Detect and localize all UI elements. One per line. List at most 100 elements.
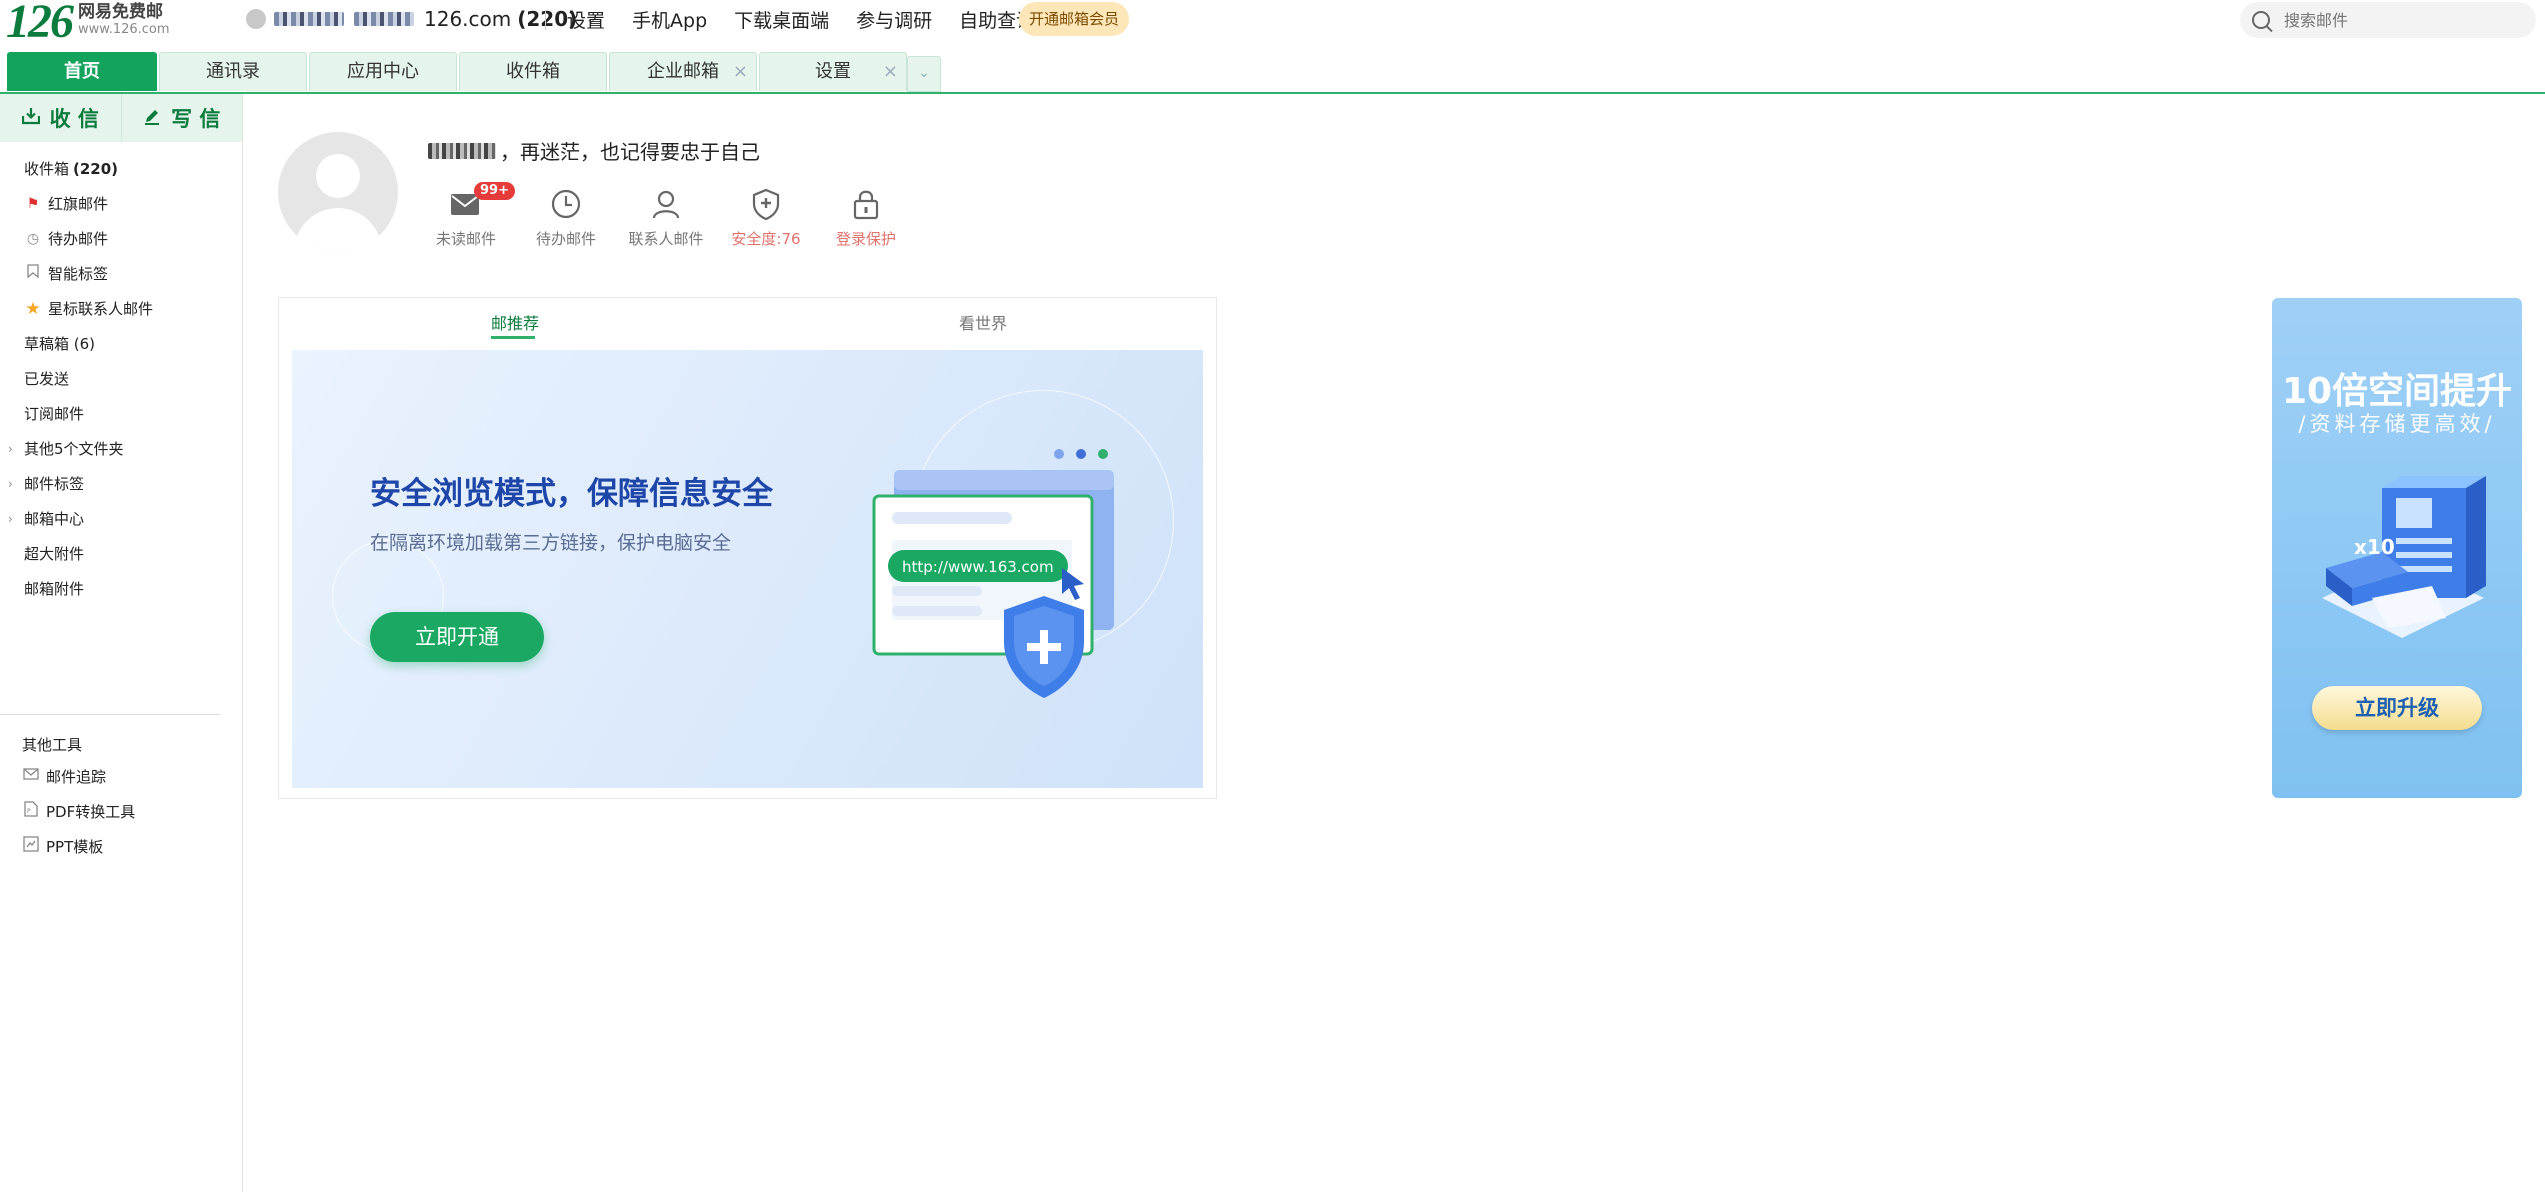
- storage-illustration: x10: [2322, 476, 2486, 638]
- logo-brand-name: 网易免费邮: [78, 2, 163, 22]
- sidebar-item-star-contacts[interactable]: ★ 星标联系人邮件: [24, 298, 153, 320]
- sidebar-item-sent[interactable]: 已发送: [24, 368, 69, 390]
- tool-label: PPT模板: [46, 838, 104, 856]
- compose-bar: 收 信 写 信: [0, 94, 242, 142]
- tab-bar: 首页 通讯录 应用中心 收件箱 企业邮箱 × 设置 × ⌄: [0, 52, 2545, 94]
- stat-security[interactable]: 安全度:76: [716, 182, 816, 249]
- recommend-panel: 邮推荐 看世界 安全浏览模式，保障信息安全 在隔离环境加载第三方链接，保护电脑安…: [278, 297, 1217, 799]
- inbox-download-icon: [21, 107, 40, 130]
- user-name-redacted: [428, 142, 496, 159]
- stat-login-protection[interactable]: 登录保护: [816, 182, 916, 249]
- logo[interactable]: 126 网易免费邮 www.126.com: [6, 0, 170, 46]
- tab-app-center[interactable]: 应用中心: [309, 52, 457, 91]
- tool-label: 邮件追踪: [46, 768, 107, 786]
- stat-unread[interactable]: 99+ 未读邮件: [416, 182, 516, 249]
- tab-label: 企业邮箱: [647, 61, 719, 82]
- sidebar-item-label: 邮箱中心: [24, 510, 85, 528]
- stat-todo[interactable]: 待办邮件: [516, 182, 616, 249]
- top-nav-survey[interactable]: 参与调研: [856, 6, 932, 33]
- mail-tracking-icon: [22, 766, 40, 788]
- greeting-comma: ，: [500, 140, 520, 164]
- banner-title: 安全浏览模式，保障信息安全: [370, 476, 773, 512]
- pencil-icon: [143, 107, 161, 130]
- sidebar-item-label: 草稿箱 (6): [24, 335, 96, 353]
- sidebar-item-label: 红旗邮件: [48, 195, 109, 213]
- pdf-icon: P: [22, 800, 40, 824]
- search-input[interactable]: [2282, 9, 2516, 31]
- tab-label: 首页: [64, 61, 100, 82]
- tab-settings[interactable]: 设置 ×: [759, 52, 907, 91]
- sidebar-item-mailbox-attachments[interactable]: 邮箱附件: [24, 578, 84, 600]
- stat-label: 联系人邮件: [628, 230, 704, 248]
- tool-pdf-converter[interactable]: P PDF转换工具: [22, 800, 135, 824]
- bookmark-icon: [24, 263, 42, 285]
- top-nav: 设置 手机App 下载桌面端 参与调研 自助查询: [567, 6, 1062, 32]
- clock-icon: ◷: [26, 231, 40, 247]
- divider: [0, 714, 220, 715]
- top-nav-mobile-app[interactable]: 手机App: [632, 6, 707, 33]
- sidebar-item-label: 智能标签: [48, 265, 109, 283]
- tool-mail-tracking[interactable]: 邮件追踪: [22, 766, 106, 788]
- sidebar-item-smart-tags[interactable]: 智能标签: [24, 263, 108, 285]
- sidebar-item-label: 星标联系人邮件: [48, 300, 154, 318]
- avatar[interactable]: [278, 132, 398, 252]
- clock-icon: [516, 182, 616, 226]
- logo-url: www.126.com: [78, 22, 170, 37]
- secure-browser-illustration: http://www.163.com: [872, 449, 1114, 698]
- write-mail-button[interactable]: 写 信: [122, 94, 243, 142]
- account-name-redacted-2: [354, 12, 414, 26]
- upgrade-button[interactable]: 立即升级: [2312, 686, 2482, 730]
- chevron-right-icon[interactable]: ›: [8, 512, 13, 526]
- stat-contacts[interactable]: 联系人邮件: [616, 182, 716, 249]
- sidebar-item-todo[interactable]: ◷ 待办邮件: [24, 228, 108, 250]
- close-icon[interactable]: ×: [883, 53, 898, 91]
- sidebar: 收 信 写 信 收件箱 (220) ⚑ 红旗邮件 ◷ 待办邮件 智能标签 ★ 星标…: [0, 94, 243, 1192]
- chevron-right-icon[interactable]: ›: [8, 442, 13, 456]
- tab-enterprise-mail[interactable]: 企业邮箱 ×: [609, 52, 757, 91]
- account-name-redacted: [274, 12, 344, 26]
- sidebar-item-label: 邮件标签: [24, 475, 85, 493]
- tab-inbox[interactable]: 收件箱: [459, 52, 607, 91]
- tool-ppt-templates[interactable]: PPT模板: [22, 835, 104, 858]
- search-icon: [2252, 11, 2270, 29]
- tab-label: 通讯录: [206, 61, 260, 82]
- sidebar-item-mail-tags[interactable]: 邮件标签: [24, 473, 84, 495]
- greeting-text: 再迷茫，也记得要忠于自己: [520, 140, 760, 164]
- tab-label: 设置: [815, 61, 851, 82]
- mail-stats: 99+ 未读邮件 待办邮件 联系人邮件 安全度:76 登录保护: [416, 182, 916, 249]
- url-pill-text: http://www.163.com: [902, 558, 1054, 576]
- receive-mail-button[interactable]: 收 信: [0, 94, 122, 142]
- sidebar-item-subscriptions[interactable]: 订阅邮件: [24, 403, 84, 425]
- promo-banner[interactable]: 安全浏览模式，保障信息安全 在隔离环境加载第三方链接，保护电脑安全 立即开通 h…: [292, 350, 1203, 788]
- chevron-right-icon[interactable]: ›: [8, 477, 13, 491]
- svg-text:P: P: [27, 808, 31, 815]
- sidebar-item-mailbox-center[interactable]: 邮箱中心: [24, 508, 84, 530]
- tab-more-button[interactable]: ⌄: [907, 56, 941, 92]
- sidebar-item-label: 收件箱: [24, 160, 70, 178]
- sidebar-item-label: 订阅邮件: [24, 405, 85, 423]
- banner-activate-button[interactable]: 立即开通: [370, 612, 544, 662]
- top-nav-download-desktop[interactable]: 下载桌面端: [734, 6, 829, 33]
- upgrade-ad[interactable]: 10倍空间提升 /资料存储更高效/ x10 立即升级: [2272, 298, 2522, 798]
- sidebar-item-inbox[interactable]: 收件箱 (220): [24, 158, 118, 180]
- sidebar-item-other-folders[interactable]: 其他5个文件夹: [24, 438, 124, 460]
- search-box[interactable]: [2240, 2, 2536, 38]
- stat-label: 未读邮件: [435, 230, 496, 248]
- shield-icon: [716, 182, 816, 226]
- tab-home[interactable]: 首页: [7, 52, 157, 91]
- tab-see-world[interactable]: 看世界: [959, 310, 1007, 334]
- account-domain: 126.com: [424, 7, 512, 31]
- vip-button[interactable]: 开通邮箱会员: [1019, 2, 1130, 36]
- sidebar-item-label: 已发送: [24, 370, 70, 388]
- greeting: ， 再迷茫，也记得要忠于自己: [428, 136, 760, 165]
- sidebar-item-flagged[interactable]: ⚑ 红旗邮件: [24, 193, 108, 215]
- sidebar-item-drafts[interactable]: 草稿箱 (6): [24, 333, 95, 355]
- tab-contacts[interactable]: 通讯录: [159, 52, 307, 91]
- tab-label: 收件箱: [506, 61, 560, 82]
- tab-mail-recommend[interactable]: 邮推荐: [491, 310, 539, 334]
- tab-bar-underline: [0, 92, 2545, 94]
- sidebar-item-label: 邮箱附件: [24, 580, 85, 598]
- top-nav-settings[interactable]: 设置: [567, 6, 605, 33]
- close-icon[interactable]: ×: [733, 53, 748, 91]
- sidebar-item-large-attachments[interactable]: 超大附件: [24, 543, 84, 565]
